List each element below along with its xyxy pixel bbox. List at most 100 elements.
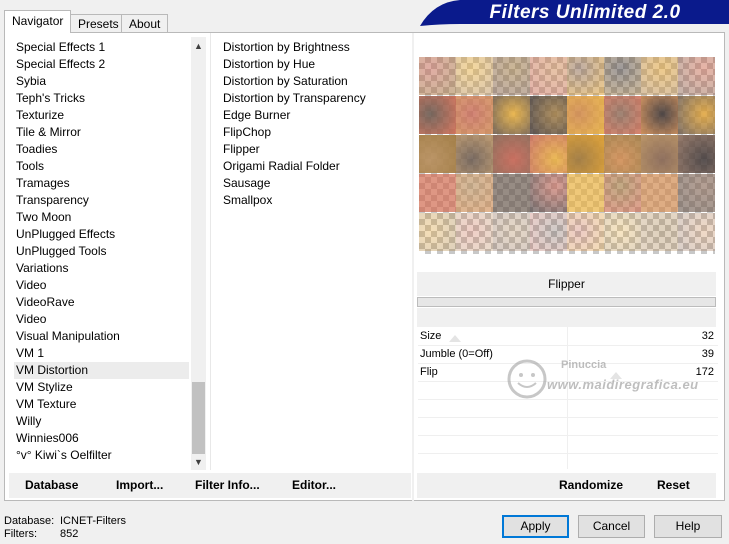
tab-presets-label: Presets: [78, 17, 119, 31]
filter-item[interactable]: Sausage: [221, 175, 406, 192]
preview-tile: [530, 174, 567, 212]
preview-tile: [641, 57, 678, 95]
category-item[interactable]: °v° Kiwi`s Oelfilter: [14, 447, 189, 464]
watermark: Pinuccia www.maidiregrafica.eu: [505, 355, 715, 415]
category-item[interactable]: Transparency: [14, 192, 189, 209]
preview-tile: [567, 174, 604, 212]
filter-item[interactable]: FlipChop: [221, 124, 406, 141]
preview-tile: [641, 174, 678, 212]
filter-item[interactable]: Distortion by Hue: [221, 56, 406, 73]
category-item[interactable]: Winnies006: [14, 430, 189, 447]
param-value[interactable]: 32: [702, 327, 714, 345]
watermark-name: Pinuccia: [561, 359, 607, 371]
filter-item[interactable]: Origami Radial Folder: [221, 158, 406, 175]
preview-tile: [567, 135, 604, 173]
category-item[interactable]: Two Moon: [14, 209, 189, 226]
apply-button[interactable]: Apply: [502, 515, 569, 538]
preview-tile: [678, 213, 715, 251]
preview-tile: [641, 135, 678, 173]
preview-tile: [604, 174, 641, 212]
preview-tile: [419, 57, 456, 95]
filter-item[interactable]: Distortion by Transparency: [221, 90, 406, 107]
filter-item-selected[interactable]: Flipper: [223, 142, 260, 156]
category-item[interactable]: Teph's Tricks: [14, 90, 189, 107]
category-item[interactable]: Sybia: [14, 73, 189, 90]
category-item[interactable]: Video: [14, 277, 189, 294]
category-item[interactable]: VM 1: [14, 345, 189, 362]
filter-list[interactable]: Distortion by Brightness Distortion by Hu…: [221, 39, 406, 209]
reset-button[interactable]: Reset: [657, 478, 690, 492]
filter-info-button[interactable]: Filter Info...: [195, 478, 260, 492]
watermark-face-icon: [507, 359, 547, 399]
preview-tile: [493, 96, 530, 134]
filter-item[interactable]: Edge Burner: [221, 107, 406, 124]
category-item[interactable]: VM Texture: [14, 396, 189, 413]
database-value: ICNET-Filters: [60, 515, 126, 527]
preview-tile: [493, 135, 530, 173]
category-item[interactable]: Tools: [14, 158, 189, 175]
progress-spacer: [417, 308, 716, 327]
randomize-button[interactable]: Randomize: [559, 478, 623, 492]
category-item[interactable]: Tramages: [14, 175, 189, 192]
editor-button[interactable]: Editor...: [292, 478, 336, 492]
category-item[interactable]: Tile & Mirror: [14, 124, 189, 141]
scroll-thumb[interactable]: [192, 382, 205, 454]
preview-tile: [493, 57, 530, 95]
tab-navigator-label: Navigator: [12, 14, 64, 28]
preview-tile: [567, 213, 604, 251]
help-button[interactable]: Help: [654, 515, 722, 538]
filter-item[interactable]: Smallpox: [221, 192, 406, 209]
preview-tile: [493, 213, 530, 251]
right-button-bar: Randomize Reset: [417, 473, 716, 498]
preview-tile: [641, 213, 678, 251]
param-name: Flip: [420, 366, 438, 378]
param-size[interactable]: Size 32: [418, 327, 718, 345]
filter-item[interactable]: Flipper: [221, 141, 406, 158]
preview-tile: [604, 135, 641, 173]
category-scrollbar[interactable]: ▲ ▼: [191, 37, 206, 470]
database-button[interactable]: Database: [25, 478, 78, 492]
category-item[interactable]: Special Effects 1: [14, 39, 189, 56]
param-name: Jumble (0=Off): [420, 348, 493, 360]
category-item[interactable]: UnPlugged Effects: [14, 226, 189, 243]
preview-tile: [419, 135, 456, 173]
scroll-down-icon[interactable]: ▼: [191, 455, 206, 470]
preview-image: [419, 57, 715, 254]
preview-tile: [530, 135, 567, 173]
category-item[interactable]: VideoRave: [14, 294, 189, 311]
category-item[interactable]: Willy: [14, 413, 189, 430]
progress-bar: [417, 297, 716, 307]
tab-presets[interactable]: Presets: [70, 14, 127, 34]
preview-tile: [678, 174, 715, 212]
tab-about-label: About: [129, 17, 161, 31]
filters-count-value: 852: [60, 528, 79, 540]
category-item[interactable]: Variations: [14, 260, 189, 277]
category-item[interactable]: Texturize: [14, 107, 189, 124]
category-item[interactable]: Special Effects 2: [14, 56, 189, 73]
filter-item[interactable]: Distortion by Saturation: [221, 73, 406, 90]
preview-tile: [678, 96, 715, 134]
tab-about[interactable]: About: [121, 14, 169, 34]
preview-tile: [604, 213, 641, 251]
param-name: Size: [420, 330, 442, 342]
category-item[interactable]: Video: [14, 311, 189, 328]
preview-tile: [567, 96, 604, 134]
cancel-button[interactable]: Cancel: [578, 515, 645, 538]
scroll-up-icon[interactable]: ▲: [191, 39, 206, 54]
preview-tile: [456, 174, 493, 212]
preview-tile: [456, 135, 493, 173]
category-item[interactable]: VM Distortion: [14, 362, 189, 379]
database-label: Database:: [4, 515, 55, 527]
preview-tile: [493, 174, 530, 212]
tab-navigator[interactable]: Navigator: [4, 10, 72, 33]
category-item[interactable]: Toadies: [14, 141, 189, 158]
category-item[interactable]: UnPlugged Tools: [14, 243, 189, 260]
preview-tile: [419, 96, 456, 134]
category-list[interactable]: Special Effects 1 Special Effects 2 Sybia T…: [14, 39, 189, 464]
import-button[interactable]: Import...: [116, 478, 163, 492]
filter-item[interactable]: Distortion by Brightness: [221, 39, 406, 56]
preview-tile: [456, 213, 493, 251]
param-gridline: [418, 417, 718, 418]
category-item[interactable]: Visual Manipulation: [14, 328, 189, 345]
category-item[interactable]: VM Stylize: [14, 379, 189, 396]
